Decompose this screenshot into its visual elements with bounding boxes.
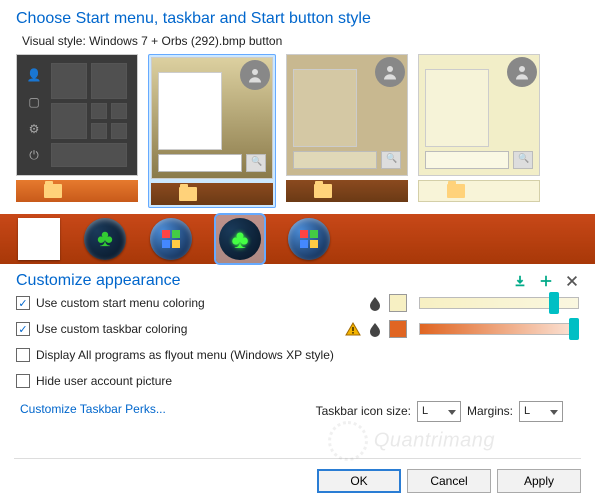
start-orb-bar: ♣ ♣ bbox=[0, 214, 595, 264]
orb-win7[interactable] bbox=[150, 218, 192, 260]
page-title: Choose Start menu, taskbar and Start but… bbox=[16, 10, 579, 28]
ok-button[interactable]: OK bbox=[317, 469, 401, 493]
margins-combo[interactable]: L bbox=[519, 401, 563, 422]
orb-win7-alt[interactable] bbox=[288, 218, 330, 260]
taskbar-coloring-slider[interactable] bbox=[419, 321, 579, 337]
label-taskbar-coloring: Use custom taskbar coloring bbox=[36, 322, 187, 336]
taskbar-preview bbox=[151, 183, 273, 205]
start-color-swatch[interactable] bbox=[389, 294, 407, 312]
orb-clover-dark[interactable]: ♣ bbox=[84, 218, 126, 260]
cancel-button[interactable]: Cancel bbox=[407, 469, 491, 493]
add-icon[interactable] bbox=[539, 274, 553, 288]
search-icon bbox=[381, 151, 401, 169]
section-title: Customize appearance bbox=[16, 272, 181, 290]
orb-win8[interactable] bbox=[18, 218, 60, 260]
customize-perks-link[interactable]: Customize Taskbar Perks... bbox=[16, 398, 166, 424]
label-hide-user: Hide user account picture bbox=[36, 374, 172, 388]
search-icon bbox=[246, 154, 266, 172]
folder-icon bbox=[44, 184, 62, 198]
taskbar-icon-size-combo[interactable]: L bbox=[417, 401, 461, 422]
checkbox-taskbar-coloring[interactable]: ✓ bbox=[16, 322, 30, 336]
visual-style-value: Windows 7 + Orbs (292).bmp button bbox=[89, 34, 282, 48]
folder-icon bbox=[179, 187, 197, 201]
taskbar-icon-size-label: Taskbar icon size: bbox=[316, 404, 411, 418]
checkbox-hide-user[interactable] bbox=[16, 374, 30, 388]
folder-icon bbox=[314, 184, 332, 198]
close-icon[interactable] bbox=[565, 274, 579, 288]
taskbar-preview bbox=[286, 180, 408, 202]
user-icon bbox=[507, 57, 537, 87]
power-icon: ⏻ bbox=[26, 148, 42, 164]
visual-style-label: Visual style: bbox=[22, 34, 86, 48]
user-icon bbox=[240, 60, 270, 90]
taskbar-color-swatch[interactable] bbox=[389, 320, 407, 338]
margins-label: Margins: bbox=[467, 404, 513, 418]
user-icon bbox=[375, 57, 405, 87]
label-start-coloring: Use custom start menu coloring bbox=[36, 296, 205, 310]
preview-tan[interactable] bbox=[286, 54, 408, 208]
warning-icon[interactable] bbox=[345, 322, 361, 336]
visual-style-row: Visual style: Windows 7 + Orbs (292).bmp… bbox=[16, 34, 579, 48]
preview-glass-selected[interactable] bbox=[148, 54, 276, 208]
checkbox-start-coloring[interactable]: ✓ bbox=[16, 296, 30, 310]
gear-icon: ⚙ bbox=[26, 121, 42, 137]
drop-icon[interactable] bbox=[367, 321, 383, 337]
style-previews: 👤 ▢ ⚙ ⏻ bbox=[16, 54, 579, 208]
taskbar-preview bbox=[16, 180, 138, 202]
checkbox-flyout[interactable] bbox=[16, 348, 30, 362]
preview-dark-tiles[interactable]: 👤 ▢ ⚙ ⏻ bbox=[16, 54, 138, 208]
folder-icon bbox=[447, 184, 465, 198]
taskbar-preview bbox=[418, 180, 540, 202]
label-flyout: Display All programs as flyout menu (Win… bbox=[36, 348, 334, 362]
user-icon: 👤 bbox=[26, 67, 42, 83]
start-coloring-slider[interactable] bbox=[419, 295, 579, 311]
preview-cream[interactable] bbox=[418, 54, 540, 208]
orb-clover-green-selected[interactable]: ♣ bbox=[216, 215, 264, 263]
apply-button[interactable]: Apply bbox=[497, 469, 581, 493]
drop-icon[interactable] bbox=[367, 295, 383, 311]
search-icon bbox=[513, 151, 533, 169]
picture-icon: ▢ bbox=[26, 94, 42, 110]
dialog-button-bar: OK Cancel Apply bbox=[14, 458, 581, 493]
watermark: Quantrimang bbox=[328, 421, 495, 461]
download-icon[interactable] bbox=[513, 274, 527, 288]
